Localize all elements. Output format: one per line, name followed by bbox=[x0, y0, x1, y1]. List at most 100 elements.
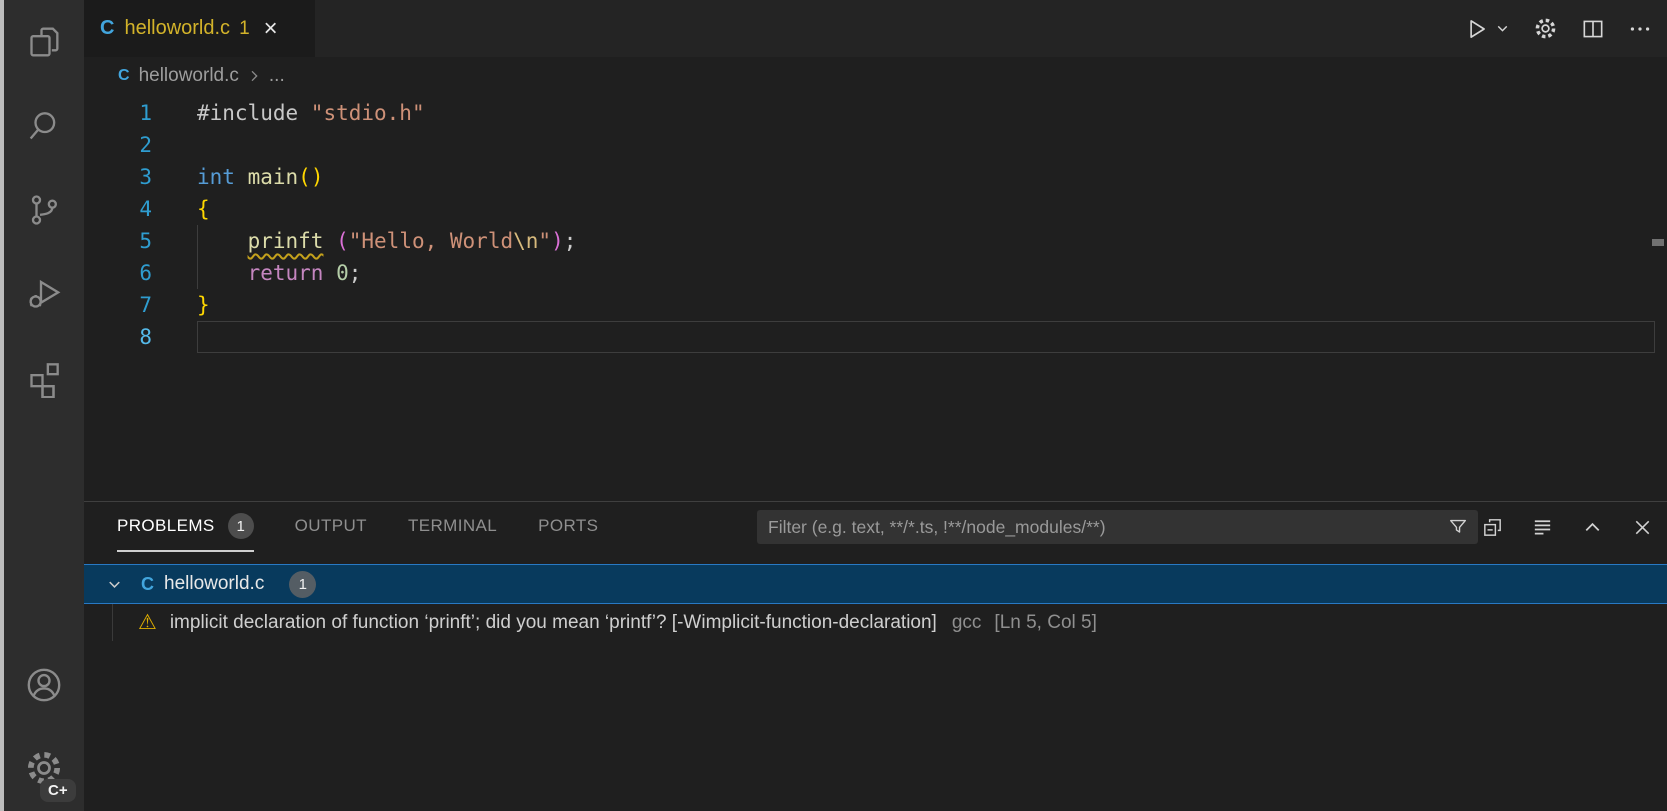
code-line[interactable]: 1 #include "stdio.h" bbox=[84, 97, 1667, 129]
warning-token: prinft bbox=[248, 229, 324, 253]
code-token bbox=[197, 229, 248, 253]
code-line-content[interactable] bbox=[197, 321, 1655, 353]
line-number[interactable]: 5 bbox=[84, 225, 152, 257]
sidebar-item-explorer[interactable] bbox=[4, 0, 84, 84]
line-number[interactable]: 1 bbox=[84, 97, 152, 129]
code-line[interactable]: 4{ bbox=[84, 193, 1667, 225]
window-edge bbox=[0, 0, 4, 811]
editor-tab-bar: C helloworld.c 1 × bbox=[84, 0, 1667, 57]
code-token: int bbox=[197, 165, 235, 189]
settings-gear-icon[interactable] bbox=[1532, 15, 1559, 42]
manage-button[interactable]: C+ bbox=[4, 727, 84, 809]
code-token: " bbox=[538, 229, 551, 253]
search-icon bbox=[24, 106, 64, 146]
line-number[interactable]: 8 bbox=[84, 321, 152, 353]
c-file-icon: C bbox=[118, 67, 130, 85]
code-token: } bbox=[197, 293, 210, 317]
code-token: { bbox=[197, 197, 210, 221]
panel-actions bbox=[1481, 502, 1654, 552]
problems-count-badge: 1 bbox=[289, 571, 316, 598]
panel-tab-terminal[interactable]: TERMINAL bbox=[408, 502, 497, 552]
sidebar-item-search[interactable] bbox=[4, 84, 84, 168]
code-line-content[interactable]: } bbox=[197, 289, 1667, 321]
bottom-panel: PROBLEMS 1 OUTPUT TERMINAL PORTS bbox=[84, 501, 1667, 811]
code-line[interactable]: 3 int main() bbox=[84, 161, 1667, 193]
files-icon bbox=[24, 22, 64, 62]
code-line-content[interactable]: #include "stdio.h" bbox=[197, 97, 1667, 129]
filter-icon[interactable] bbox=[1447, 516, 1469, 538]
filter-input[interactable] bbox=[757, 510, 1478, 544]
code-token: ; bbox=[564, 229, 577, 253]
tab-label: helloworld.c bbox=[124, 17, 230, 40]
c-file-icon: C bbox=[141, 574, 154, 595]
code-line[interactable]: 8 bbox=[84, 321, 1667, 353]
breadcrumb[interactable]: C helloworld.c ... bbox=[84, 57, 1667, 95]
line-number[interactable]: 2 bbox=[84, 129, 152, 161]
accounts-button[interactable] bbox=[4, 643, 84, 727]
code-token: \n bbox=[513, 229, 538, 253]
problems-file-row[interactable]: C helloworld.c 1 bbox=[84, 564, 1667, 604]
code-token: ; bbox=[349, 261, 362, 285]
tab-helloworld[interactable]: C helloworld.c 1 × bbox=[84, 0, 315, 57]
language-badge: C+ bbox=[40, 779, 76, 802]
code-line-content[interactable]: return 0; bbox=[197, 257, 1667, 289]
line-number[interactable]: 4 bbox=[84, 193, 152, 225]
code-line-content[interactable]: prinft ("Hello, World\n"); bbox=[197, 225, 1667, 257]
panel-tab-label: OUTPUT bbox=[295, 516, 367, 536]
run-button-group[interactable] bbox=[1463, 16, 1511, 42]
maximize-panel-icon[interactable] bbox=[1581, 516, 1604, 539]
close-panel-icon[interactable] bbox=[1631, 516, 1654, 539]
panel-tab-problems[interactable]: PROBLEMS 1 bbox=[117, 502, 254, 552]
close-icon[interactable]: × bbox=[264, 19, 278, 39]
code-token: "stdio.h" bbox=[311, 101, 425, 125]
problems-file-name: helloworld.c bbox=[164, 573, 264, 595]
breadcrumb-file[interactable]: helloworld.c bbox=[139, 65, 239, 87]
code-line-content[interactable]: int main() bbox=[197, 161, 1667, 193]
c-file-icon: C bbox=[100, 17, 114, 40]
problems-badge: 1 bbox=[228, 513, 254, 539]
code-token bbox=[323, 261, 336, 285]
warning-icon: ⚠ bbox=[138, 612, 157, 633]
debug-icon bbox=[24, 274, 64, 314]
chevron-down-icon[interactable] bbox=[105, 575, 124, 594]
code-line[interactable]: 7} bbox=[84, 289, 1667, 321]
chevron-right-icon bbox=[246, 68, 262, 84]
activity-bar: C+ bbox=[4, 0, 84, 811]
code-line-content[interactable]: { bbox=[197, 193, 1667, 225]
code-token: ( bbox=[336, 229, 349, 253]
line-number[interactable]: 3 bbox=[84, 161, 152, 193]
breadcrumb-symbol[interactable]: ... bbox=[269, 65, 285, 87]
code-token bbox=[197, 261, 248, 285]
code-token bbox=[235, 165, 248, 189]
account-icon bbox=[22, 663, 66, 707]
code-token: "Hello, World bbox=[349, 229, 513, 253]
code-token: 0 bbox=[336, 261, 349, 285]
panel-header: PROBLEMS 1 OUTPUT TERMINAL PORTS bbox=[84, 502, 1667, 552]
line-number[interactable]: 6 bbox=[84, 257, 152, 289]
more-actions-icon[interactable] bbox=[1627, 16, 1653, 42]
run-icon[interactable] bbox=[1463, 16, 1489, 42]
editor[interactable]: C helloworld.c ... 1 #include "stdio.h" 23… bbox=[84, 57, 1667, 501]
sidebar-item-run-debug[interactable] bbox=[4, 252, 84, 336]
collapse-all-icon[interactable] bbox=[1481, 516, 1504, 539]
sidebar-item-source-control[interactable] bbox=[4, 168, 84, 252]
panel-tab-label: PROBLEMS bbox=[117, 516, 215, 536]
code-token: ) bbox=[551, 229, 564, 253]
split-editor-icon[interactable] bbox=[1580, 16, 1606, 42]
code-line[interactable]: 2 bbox=[84, 129, 1667, 161]
problem-item[interactable]: ⚠ implicit declaration of function ‘prin… bbox=[84, 604, 1667, 641]
chevron-down-icon[interactable] bbox=[1494, 20, 1511, 37]
code-line-content[interactable] bbox=[197, 129, 1667, 161]
panel-tab-ports[interactable]: PORTS bbox=[538, 502, 598, 552]
problem-source: gcc bbox=[952, 612, 982, 634]
code-line[interactable]: 6 return 0; bbox=[84, 257, 1667, 289]
problem-message: implicit declaration of function ‘prinft… bbox=[170, 612, 937, 634]
view-as-table-icon[interactable] bbox=[1531, 516, 1554, 539]
sidebar-item-extensions[interactable] bbox=[4, 336, 84, 420]
problems-list: C helloworld.c 1 ⚠ implicit declaration … bbox=[84, 564, 1667, 641]
source-control-icon bbox=[24, 190, 64, 230]
line-number[interactable]: 7 bbox=[84, 289, 152, 321]
panel-tab-output[interactable]: OUTPUT bbox=[295, 502, 367, 552]
code-line[interactable]: 5 prinft ("Hello, World\n"); bbox=[84, 225, 1667, 257]
overview-ruler-marker bbox=[1652, 239, 1664, 246]
